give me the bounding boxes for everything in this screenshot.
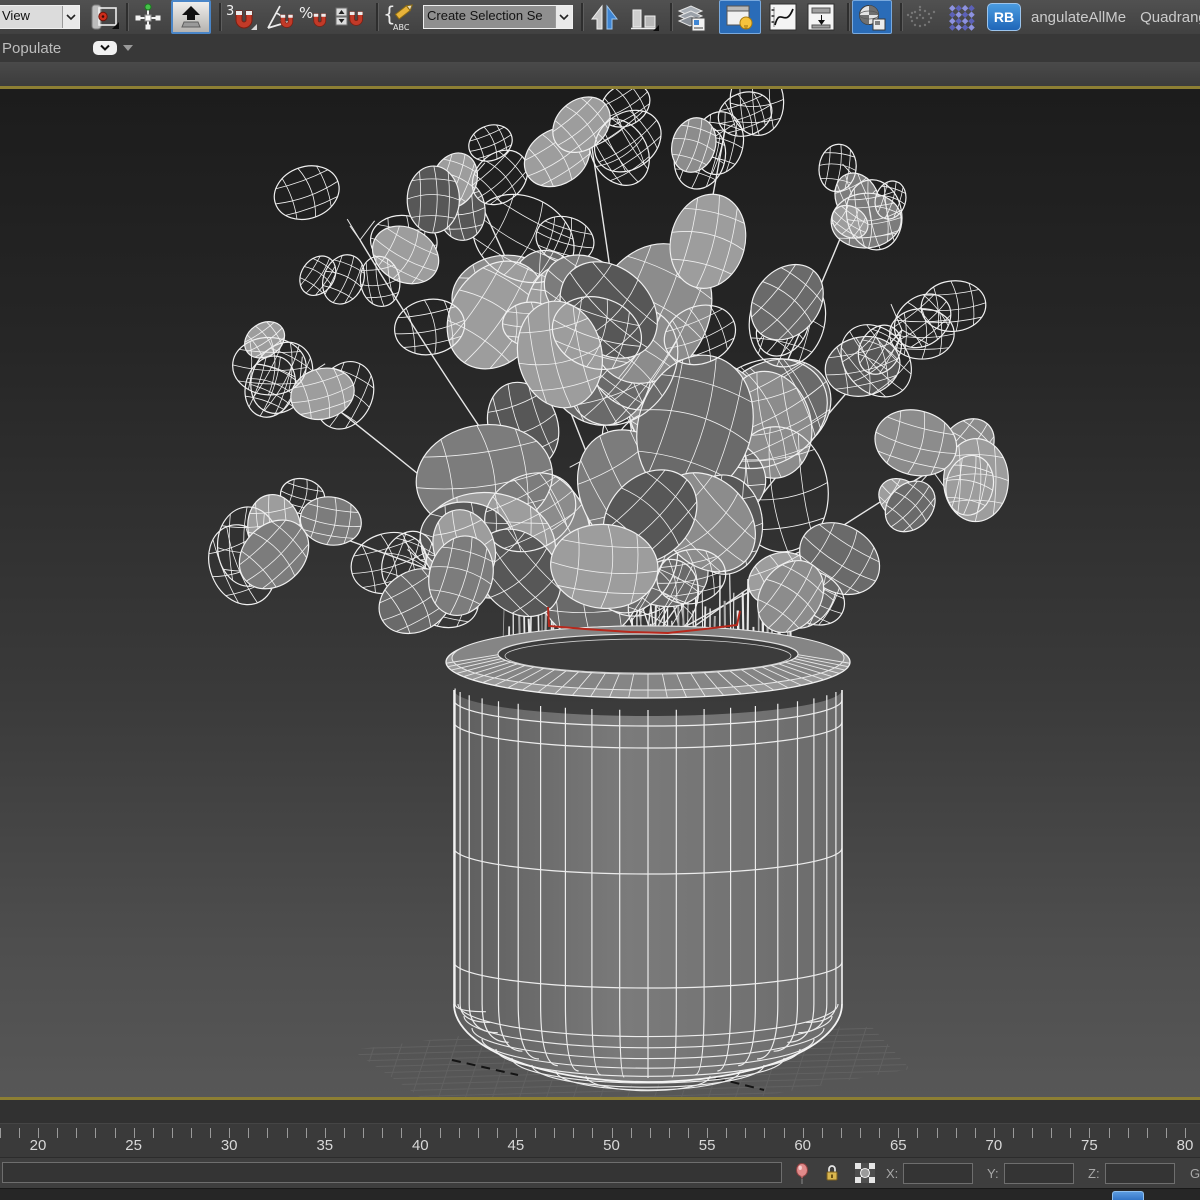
render-setup-button[interactable] xyxy=(905,1,939,33)
absolute-mode-transform-toggle[interactable] xyxy=(854,1162,876,1184)
snaps-toggle-3d-button[interactable]: 3 xyxy=(224,1,258,33)
viewport-nav-row-partial xyxy=(0,1188,1200,1200)
timeline-number: 70 xyxy=(985,1137,1003,1154)
manipulate-crosshair-icon xyxy=(135,3,161,30)
spinner-snap-icon xyxy=(335,7,364,26)
material-editor-button[interactable] xyxy=(852,0,892,34)
timeline-number: 45 xyxy=(507,1137,525,1154)
align-icon xyxy=(631,9,659,31)
x-coordinate-field[interactable] xyxy=(903,1163,973,1184)
reference-coordinate-dropdown[interactable]: View xyxy=(0,5,80,29)
timeline-number: 65 xyxy=(889,1137,907,1154)
curve-editor-button[interactable] xyxy=(767,1,801,33)
timeline-number: 30 xyxy=(220,1137,238,1154)
rendered-frame-window-button[interactable] xyxy=(945,1,979,33)
status-bar: X: Y: Z: G xyxy=(0,1157,1200,1189)
percent-snap-toggle-button[interactable]: % xyxy=(298,1,332,33)
use-center-icon xyxy=(91,4,119,30)
angle-snap-icon xyxy=(267,5,294,29)
script-button-quadrangulate[interactable]: Quadrangulate xyxy=(1140,9,1200,26)
chevron-down-icon xyxy=(62,6,79,28)
schematic-view-icon xyxy=(807,3,835,31)
timeline-ruler[interactable]: 20 25 30 35 40 45 50 55 60 65 70 75 80 xyxy=(0,1124,1200,1157)
angle-snap-toggle-button[interactable] xyxy=(262,1,296,33)
ribbon-minimize-button[interactable] xyxy=(93,41,118,55)
selection-lock-toggle[interactable] xyxy=(824,1163,840,1183)
timeline-number: 40 xyxy=(411,1137,429,1154)
track-bar-upper xyxy=(0,1100,1200,1124)
timeline-number: 60 xyxy=(794,1137,812,1154)
coordinate-dropdown-value: View xyxy=(2,8,30,23)
render-setup-teapot-icon xyxy=(906,5,936,28)
edit-named-selection-sets-button[interactable]: { ABC xyxy=(381,1,415,33)
material-sphere-icon xyxy=(859,5,886,31)
use-pivot-center-button[interactable] xyxy=(88,1,122,33)
main-toolbar: View 3 % {ABC Create Selection Se RB an… xyxy=(0,0,1200,35)
y-coordinate-label: Y: xyxy=(987,1166,999,1181)
ribbon-tab-populate[interactable]: Populate xyxy=(2,40,61,57)
timeline-number: 25 xyxy=(125,1137,142,1154)
isolate-selection-toggle[interactable] xyxy=(794,1162,810,1185)
timeline-number: 75 xyxy=(1081,1137,1098,1154)
isolate-balloon-icon xyxy=(796,1163,808,1184)
curve-editor-icon xyxy=(769,3,797,31)
rb-label: RB xyxy=(993,9,1015,25)
viewport-nav-button-partial[interactable] xyxy=(1112,1191,1144,1200)
layer-manager-button[interactable] xyxy=(675,1,709,33)
timeline-number: 80 xyxy=(1176,1137,1194,1154)
named-sets-brace-pencil-icon: { ABC xyxy=(383,2,414,32)
grid-setting-label: G xyxy=(1190,1166,1200,1181)
z-coordinate-field[interactable] xyxy=(1105,1163,1175,1184)
select-and-manipulate-button[interactable] xyxy=(131,1,165,33)
timeline-number: 50 xyxy=(603,1137,620,1154)
spinner-snap-toggle-button[interactable] xyxy=(334,1,368,33)
svg-text:ABC: ABC xyxy=(393,23,410,32)
align-button[interactable] xyxy=(628,1,662,33)
up-arrow-key-icon xyxy=(181,6,201,28)
layers-icon xyxy=(677,5,706,32)
scene-explorer-toggle[interactable] xyxy=(719,0,761,34)
mirror-button[interactable] xyxy=(588,1,622,33)
svg-text:%: % xyxy=(299,4,313,22)
wireframe-plant-render xyxy=(208,89,1009,1097)
rendered-frame-diamond-grid-icon xyxy=(949,5,975,31)
rb-script-button[interactable]: RB xyxy=(987,3,1021,31)
window-lightbulb-icon xyxy=(726,5,753,30)
percent-snap-icon: % xyxy=(299,4,327,27)
x-coordinate-label: X: xyxy=(886,1166,899,1181)
ribbon-options-arrow[interactable] xyxy=(123,45,134,51)
selection-set-value: Create Selection Se xyxy=(424,6,555,28)
absolute-transform-icon xyxy=(855,1163,875,1183)
svg-text:3: 3 xyxy=(226,4,234,19)
lock-icon xyxy=(826,1165,838,1181)
3ds-max-window: View 3 % {ABC Create Selection Se RB an… xyxy=(0,0,1200,1200)
snap-3d-magnet-icon: 3 xyxy=(226,4,257,30)
timeline-number: 55 xyxy=(698,1137,716,1154)
keyboard-override-toggle[interactable] xyxy=(171,0,211,34)
timeline-number: 20 xyxy=(29,1137,47,1154)
chevron-down-icon xyxy=(555,6,572,28)
chevron-down-icon xyxy=(100,44,110,51)
schematic-view-button[interactable] xyxy=(805,1,839,33)
z-coordinate-label: Z: xyxy=(1088,1166,1100,1181)
ribbon-collapsed-band xyxy=(0,62,1200,86)
y-coordinate-field[interactable] xyxy=(1004,1163,1074,1184)
ribbon-tab-row: Populate xyxy=(0,34,1200,63)
prompt-line-field[interactable] xyxy=(2,1162,782,1183)
named-selection-sets-dropdown[interactable]: Create Selection Se xyxy=(423,5,573,29)
timeline-number: 35 xyxy=(316,1137,334,1154)
mirror-icon xyxy=(590,4,619,30)
viewport-canvas[interactable] xyxy=(0,89,1200,1097)
script-button-quadrangulate-all[interactable]: angulateAllMe xyxy=(1031,9,1126,26)
